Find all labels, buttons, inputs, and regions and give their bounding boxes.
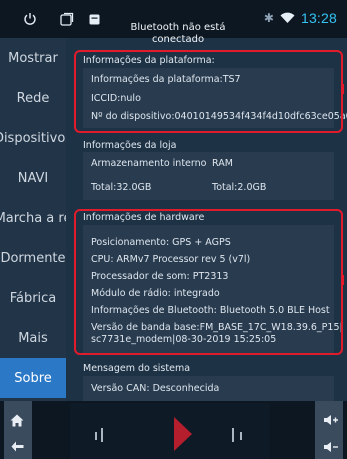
sidebar-item-dispositivos[interactable]: Dispositivos xyxy=(0,118,72,158)
can-version-row: Versão CAN: Desconhecida xyxy=(91,383,220,394)
hardware-callout-marker xyxy=(341,275,344,285)
home-icon[interactable] xyxy=(10,414,24,427)
previous-track-bar xyxy=(101,428,103,442)
bluetooth-status-icon: ✱ xyxy=(263,11,274,25)
sidebar-item-dormente[interactable]: Dormente xyxy=(0,238,66,278)
platform-callout-marker xyxy=(341,84,344,94)
bluetooth-player-panel[interactable] xyxy=(70,403,270,459)
hardware-highlight-box xyxy=(74,209,343,355)
next-track-bar xyxy=(232,428,234,442)
play-icon[interactable] xyxy=(172,409,194,459)
sidebar-item-rede[interactable]: Rede xyxy=(0,78,66,118)
platform-highlight-box xyxy=(74,50,343,133)
back-icon[interactable] xyxy=(11,441,24,452)
power-icon[interactable] xyxy=(23,12,37,26)
volume-down-icon[interactable] xyxy=(323,441,339,453)
bluetooth-status-line1: Bluetooth não está xyxy=(130,22,226,33)
internal-storage-total: Total:32.0GB xyxy=(91,182,152,193)
sidebar-item-fabrica[interactable]: Fábrica xyxy=(0,278,66,318)
sidebar-item-navi[interactable]: NAVI xyxy=(0,158,66,198)
sidebar-item-mais[interactable]: Mais xyxy=(0,318,66,358)
notification-icon xyxy=(89,14,100,25)
ram-label: RAM xyxy=(212,158,233,169)
previous-track-icon[interactable] xyxy=(95,432,97,440)
ram-total: Total:2.0GB xyxy=(212,182,267,193)
settings-sidebar: Mostrar Rede Dispositivos NAVI Marcha a … xyxy=(0,38,72,401)
wifi-icon xyxy=(280,12,295,23)
sidebar-item-marcha-a-re[interactable]: Marcha a ré xyxy=(0,198,71,238)
sidebar-item-mostrar[interactable]: Mostrar xyxy=(0,38,66,78)
volume-up-icon[interactable] xyxy=(323,414,339,426)
clock: 13:28 xyxy=(300,10,337,26)
internal-storage-label: Armazenamento interno xyxy=(91,158,207,169)
next-track-icon[interactable] xyxy=(240,432,242,440)
bluetooth-status-line2: conectado xyxy=(151,34,205,45)
sidebar-item-sobre[interactable]: Sobre xyxy=(0,358,66,398)
bluetooth-connection-status: Bluetooth não está conectado xyxy=(118,22,238,46)
recent-apps-icon[interactable] xyxy=(60,12,74,26)
store-section-title: Informações da loja xyxy=(83,140,177,151)
system-section-title: Mensagem do sistema xyxy=(83,363,191,374)
